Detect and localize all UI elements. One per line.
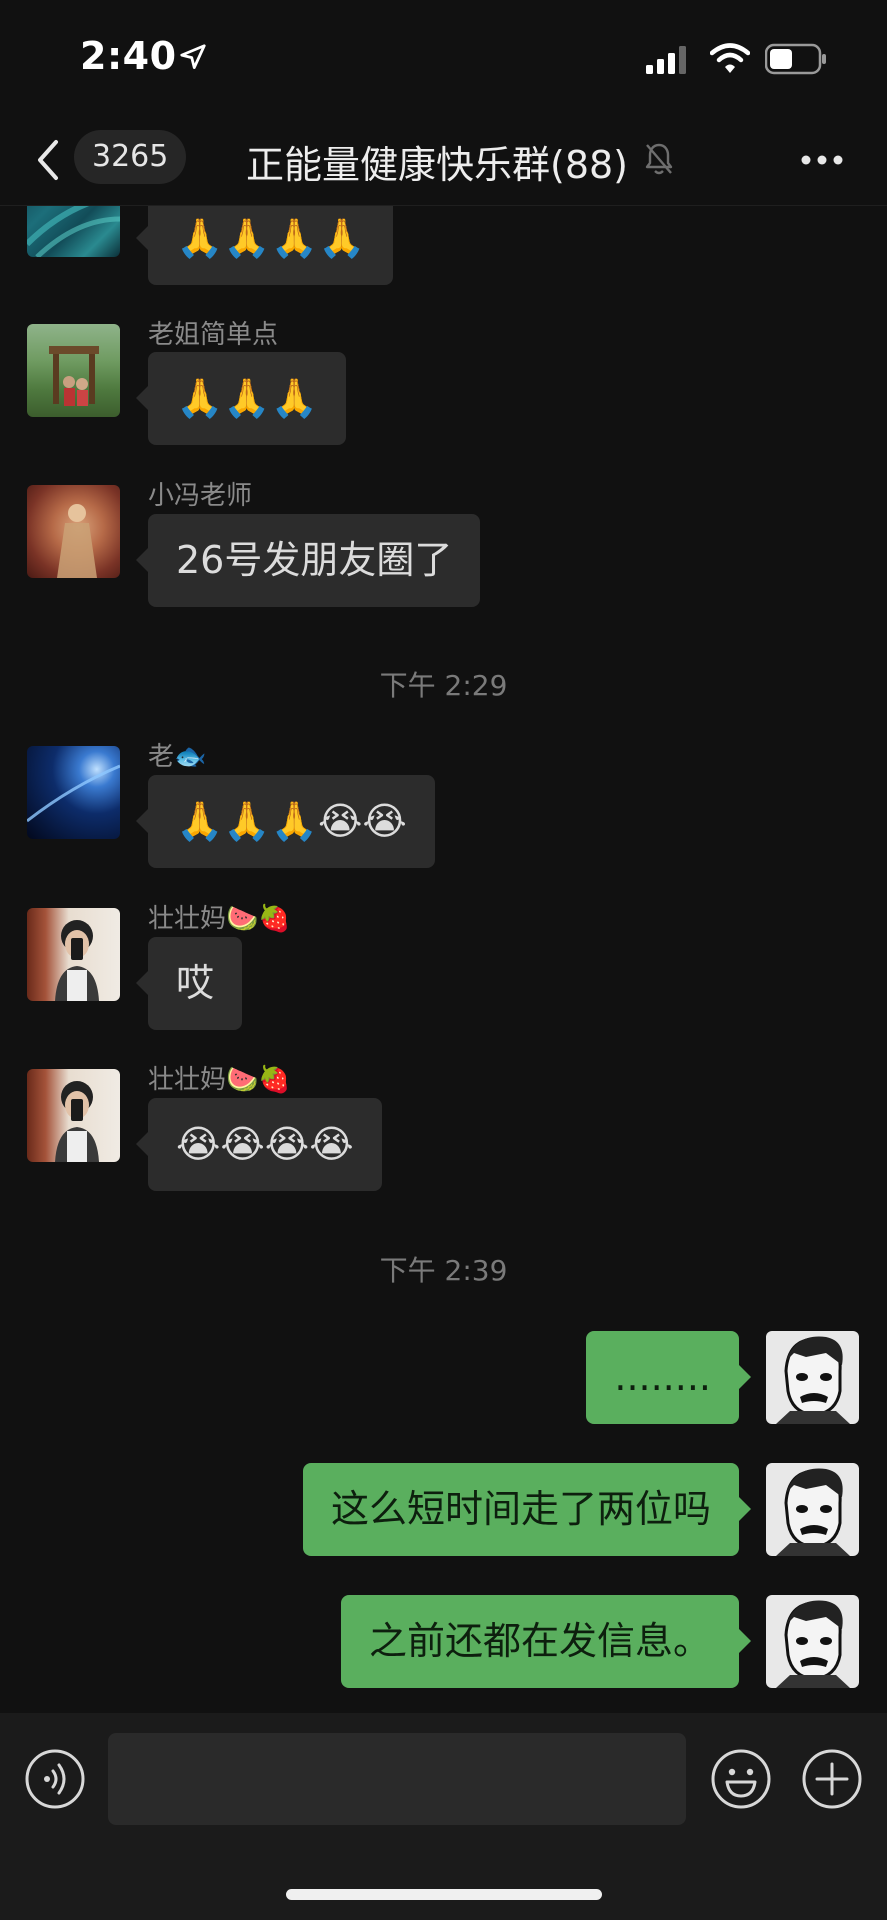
unread-count-badge[interactable]: 3265 xyxy=(74,130,187,184)
signal-icon xyxy=(646,46,686,74)
sender-name: 老🐟 xyxy=(148,742,207,772)
location-arrow-icon xyxy=(180,44,206,69)
avatar[interactable] xyxy=(27,206,120,257)
chat-title[interactable]: 正能量健康快乐群(88) xyxy=(246,134,628,189)
status-time: 2:40 xyxy=(80,34,177,78)
chat-header: 3265 正能量健康快乐群(88) xyxy=(0,118,887,206)
sender-name: 壮壮妈🍉🍓 xyxy=(148,1065,291,1095)
plus-icon[interactable] xyxy=(801,1748,863,1810)
voice-icon[interactable] xyxy=(24,1748,86,1810)
avatar[interactable] xyxy=(766,1595,859,1688)
battery-icon xyxy=(765,43,826,75)
message-list[interactable]: 🙏🙏🙏🙏 老姐简单点 🙏🙏🙏 小冯老师 26号发朋友圈了 下午 2:29 老🐟 … xyxy=(0,206,887,1713)
avatar[interactable] xyxy=(27,324,120,417)
sender-name: 老姐简单点 xyxy=(148,320,279,350)
message-bubble[interactable]: 🙏🙏🙏 xyxy=(136,352,346,445)
message-input[interactable] xyxy=(108,1733,686,1825)
avatar[interactable] xyxy=(27,908,120,1001)
wifi-icon xyxy=(710,43,750,73)
message-bubble[interactable]: 26号发朋友圈了 xyxy=(135,514,481,607)
message-bubble[interactable]: 这么短时间走了两位吗 xyxy=(302,1463,752,1556)
home-indicator[interactable] xyxy=(286,1889,602,1900)
back-chevron-icon[interactable] xyxy=(32,136,62,184)
message-bubble[interactable]: 🙏🙏🙏😭😭 xyxy=(136,775,435,868)
avatar[interactable] xyxy=(27,485,120,578)
timestamp: 下午 2:39 xyxy=(379,1254,508,1287)
message-bubble[interactable]: 🙏🙏🙏🙏 xyxy=(135,206,394,285)
message-bubble[interactable]: 哎 xyxy=(135,937,243,1030)
avatar[interactable] xyxy=(27,746,120,839)
status-bar: 2:40 xyxy=(0,0,887,118)
more-dots-icon[interactable] xyxy=(800,154,844,166)
avatar[interactable] xyxy=(766,1463,859,1556)
message-bubble[interactable]: 😭😭😭😭 xyxy=(136,1098,382,1191)
timestamp: 下午 2:29 xyxy=(379,669,508,702)
emoji-icon[interactable] xyxy=(710,1748,772,1810)
avatar[interactable] xyxy=(27,1069,120,1162)
avatar[interactable] xyxy=(766,1331,859,1424)
message-bubble[interactable]: ........ xyxy=(586,1331,751,1424)
sender-name: 壮壮妈🍉🍓 xyxy=(148,904,291,934)
mute-bell-icon xyxy=(645,143,673,175)
message-bubble[interactable]: 之前还都在发信息。 xyxy=(340,1595,752,1688)
sender-name: 小冯老师 xyxy=(148,481,253,511)
